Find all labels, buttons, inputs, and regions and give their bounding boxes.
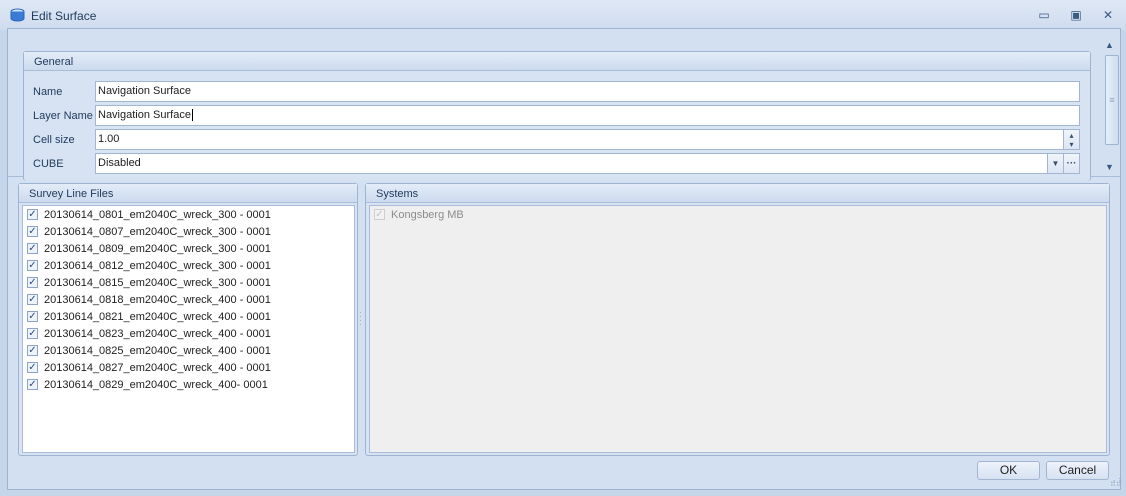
list-item-label: 20130614_0815_em2040C_wreck_300 - 0001 bbox=[44, 276, 271, 289]
general-header: General bbox=[24, 52, 1090, 71]
cell-size-label: Cell size bbox=[33, 134, 75, 146]
maximize-button[interactable]: ▣ bbox=[1068, 8, 1084, 22]
cancel-button[interactable]: Cancel bbox=[1046, 461, 1109, 480]
list-item[interactable]: ✓ 20130614_0823_em2040C_wreck_400 - 0001 bbox=[27, 325, 271, 342]
layer-name-label: Layer Name bbox=[33, 110, 93, 122]
list-item[interactable]: ✓ 20130614_0825_em2040C_wreck_400 - 0001 bbox=[27, 342, 271, 359]
list-item[interactable]: ✓ 20130614_0821_em2040C_wreck_400 - 0001 bbox=[27, 308, 271, 325]
systems-header: Systems bbox=[366, 184, 1109, 203]
list-item[interactable]: ✓ 20130614_0801_em2040C_wreck_300 - 0001 bbox=[27, 206, 271, 223]
checkbox[interactable]: ✓ bbox=[27, 277, 38, 288]
survey-line-files-list[interactable]: ✓ 20130614_0801_em2040C_wreck_300 - 0001 ✓… bbox=[22, 205, 355, 453]
layer-name-input[interactable]: Navigation Surface bbox=[95, 105, 1080, 126]
survey-line-files-group: Survey Line Files ✓ 20130614_0801_em2040C… bbox=[18, 183, 358, 456]
layer-name-value: Navigation Surface bbox=[98, 109, 191, 121]
cell-size-spinner[interactable]: ▴ ▾ bbox=[1063, 129, 1080, 150]
checkbox[interactable]: ✓ bbox=[27, 209, 38, 220]
list-item-label: 20130614_0827_em2040C_wreck_400 - 0001 bbox=[44, 361, 271, 374]
cube-label: CUBE bbox=[33, 158, 64, 170]
list-item-label: 20130614_0809_em2040C_wreck_300 - 0001 bbox=[44, 242, 271, 255]
title-bar bbox=[0, 0, 1126, 30]
checkbox[interactable]: ✓ bbox=[27, 243, 38, 254]
checkbox[interactable]: ✓ bbox=[27, 311, 38, 322]
checkbox[interactable]: ✓ bbox=[27, 345, 38, 356]
checkbox: ✓ bbox=[374, 209, 385, 220]
list-item-label: 20130614_0801_em2040C_wreck_300 - 0001 bbox=[44, 208, 271, 221]
list-item: ✓ Kongsberg MB bbox=[374, 206, 464, 223]
list-item-label: 20130614_0818_em2040C_wreck_400 - 0001 bbox=[44, 293, 271, 306]
ellipsis-button[interactable]: ··· bbox=[1063, 153, 1080, 174]
cell-size-input[interactable]: 1.00 bbox=[95, 129, 1064, 150]
systems-list: ✓ Kongsberg MB bbox=[369, 205, 1107, 453]
scroll-down-icon[interactable]: ▼ bbox=[1105, 162, 1117, 172]
list-item-label: 20130614_0823_em2040C_wreck_400 - 0001 bbox=[44, 327, 271, 340]
minimize-button[interactable]: ▭ bbox=[1036, 8, 1052, 22]
checkbox[interactable]: ✓ bbox=[27, 362, 38, 373]
name-label: Name bbox=[33, 86, 63, 98]
text-cursor bbox=[191, 109, 193, 121]
vertical-scrollbar-thumb[interactable]: ≡ bbox=[1105, 55, 1119, 145]
checkbox[interactable]: ✓ bbox=[27, 294, 38, 305]
cube-select[interactable]: Disabled bbox=[95, 153, 1048, 174]
list-item-label: 20130614_0807_em2040C_wreck_300 - 0001 bbox=[44, 225, 271, 238]
splitter-handle[interactable]: · · · · bbox=[359, 309, 363, 329]
ok-button[interactable]: OK bbox=[977, 461, 1040, 480]
close-button[interactable]: ✕ bbox=[1100, 8, 1116, 22]
scroll-up-icon[interactable]: ▲ bbox=[1105, 40, 1117, 50]
checkbox[interactable]: ✓ bbox=[27, 328, 38, 339]
checkbox[interactable]: ✓ bbox=[27, 260, 38, 271]
name-input[interactable]: Navigation Surface bbox=[95, 81, 1080, 102]
list-item-label: 20130614_0825_em2040C_wreck_400 - 0001 bbox=[44, 344, 271, 357]
list-item[interactable]: ✓ 20130614_0829_em2040C_wreck_400- 0001 bbox=[27, 376, 268, 393]
list-item-label: Kongsberg MB bbox=[391, 208, 464, 221]
surface-app-icon bbox=[10, 8, 25, 22]
list-item[interactable]: ✓ 20130614_0815_em2040C_wreck_300 - 0001 bbox=[27, 274, 271, 291]
list-item-label: 20130614_0829_em2040C_wreck_400- 0001 bbox=[44, 378, 268, 391]
list-item-label: 20130614_0812_em2040C_wreck_300 - 0001 bbox=[44, 259, 271, 272]
window-title: Edit Surface bbox=[31, 9, 97, 23]
list-item[interactable]: ✓ 20130614_0818_em2040C_wreck_400 - 0001 bbox=[27, 291, 271, 308]
list-item[interactable]: ✓ 20130614_0809_em2040C_wreck_300 - 0001 bbox=[27, 240, 271, 257]
resize-grip-icon[interactable]: ⠠⠰ ⠶⠶ bbox=[1110, 476, 1122, 488]
list-item[interactable]: ✓ 20130614_0827_em2040C_wreck_400 - 0001 bbox=[27, 359, 271, 376]
list-item[interactable]: ✓ 20130614_0812_em2040C_wreck_300 - 0001 bbox=[27, 257, 271, 274]
list-item[interactable]: ✓ 20130614_0807_em2040C_wreck_300 - 0001 bbox=[27, 223, 271, 240]
systems-group: Systems ✓ Kongsberg MB bbox=[365, 183, 1110, 456]
checkbox[interactable]: ✓ bbox=[27, 379, 38, 390]
survey-header: Survey Line Files bbox=[19, 184, 357, 203]
list-item-label: 20130614_0821_em2040C_wreck_400 - 0001 bbox=[44, 310, 271, 323]
checkbox[interactable]: ✓ bbox=[27, 226, 38, 237]
dropdown-chevron-icon[interactable]: ▼ bbox=[1047, 153, 1064, 174]
